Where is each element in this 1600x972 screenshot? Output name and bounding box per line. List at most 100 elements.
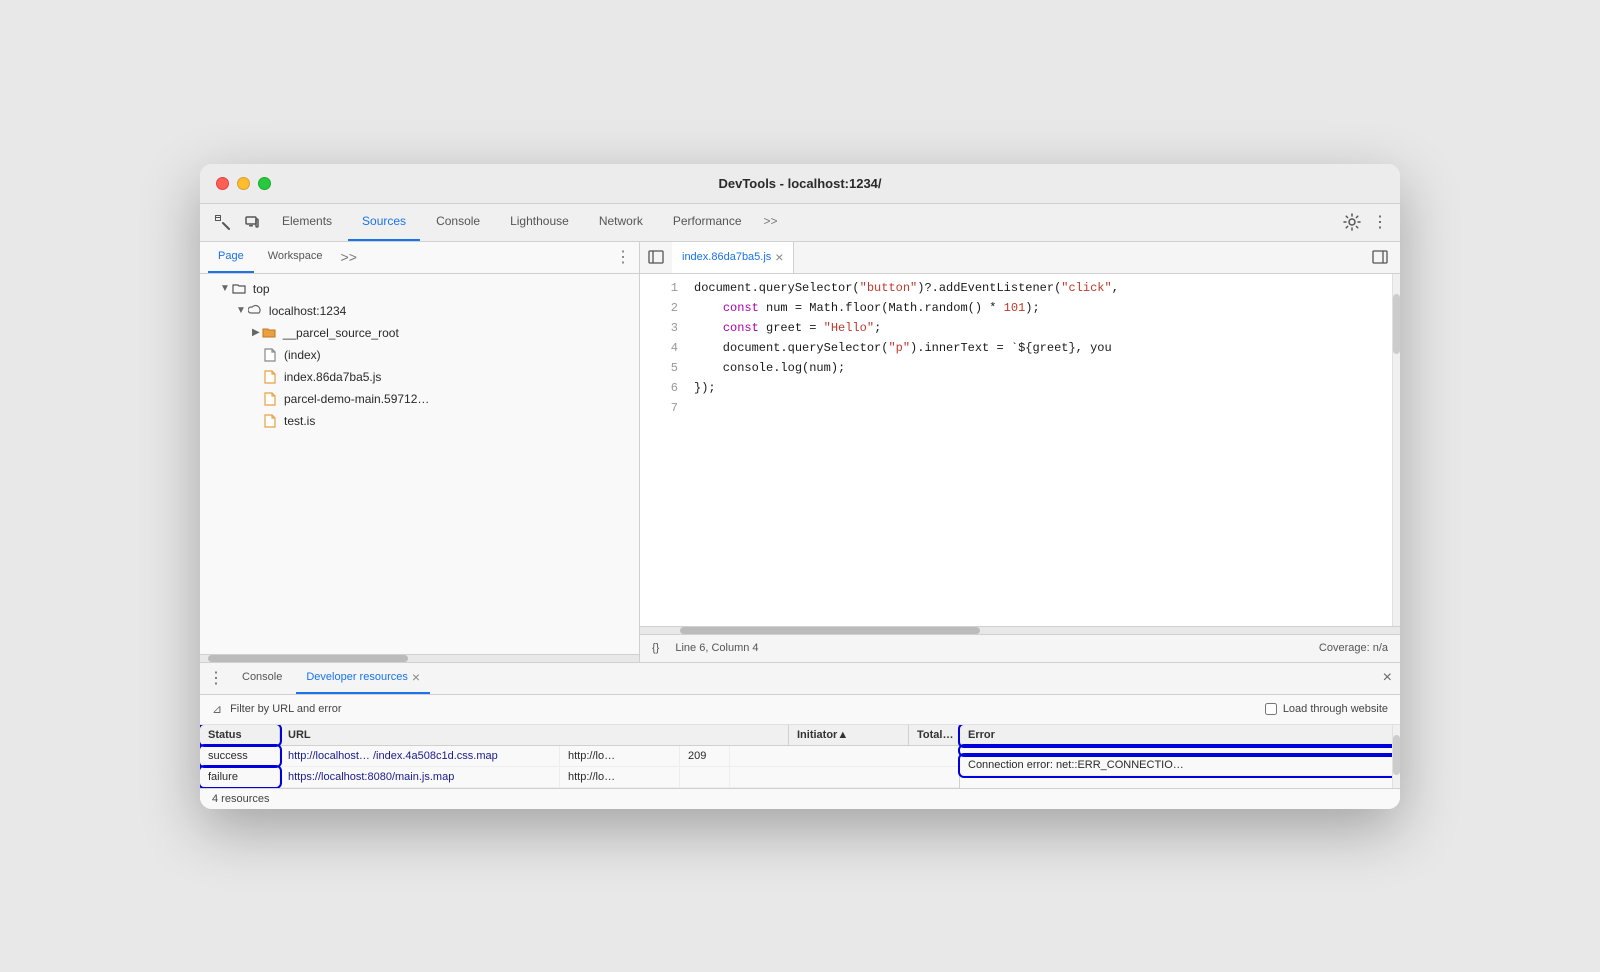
error-row-empty [960, 746, 1400, 755]
js-file-icon [264, 392, 276, 406]
td-url-2: https://localhost:8080/main.js.map [280, 767, 560, 787]
td-initiator-2: http://lo… [560, 767, 680, 787]
top-tab-bar: Elements Sources Console Lighthouse Netw… [200, 204, 1400, 242]
bottom-content: ⊿ Filter by URL and error Load through w… [200, 695, 1400, 788]
table-row[interactable]: failure https://localhost:8080/main.js.m… [200, 767, 959, 788]
filter-icon: ⊿ [212, 702, 222, 716]
th-url: URL [280, 725, 789, 745]
tree-arrow-icon: ▼ [236, 305, 246, 316]
device-icon[interactable] [238, 208, 266, 236]
left-panel-tabs: Page Workspace >> ⋮ [200, 242, 639, 274]
close-button[interactable] [216, 177, 229, 190]
settings-icon[interactable] [1338, 208, 1366, 236]
code-tab-close-icon[interactable]: × [775, 249, 783, 265]
td-error-empty [960, 746, 1400, 754]
code-tab-file[interactable]: index.86da7ba5.js × [672, 242, 794, 274]
filter-toolbar: ⊿ Filter by URL and error Load through w… [200, 695, 1400, 725]
th-total: Total… [909, 725, 959, 745]
devtools-window: DevTools - localhost:1234/ Elements [200, 164, 1400, 809]
th-status: Status [200, 725, 280, 745]
list-item[interactable]: index.86da7ba5.js [200, 366, 639, 388]
main-area: Page Workspace >> ⋮ ▼ top [200, 242, 1400, 662]
tab-performance[interactable]: Performance [659, 203, 756, 241]
code-horizontal-scrollbar-thumb [680, 627, 980, 634]
tab-more[interactable]: >> [758, 203, 784, 241]
bottom-panel-close-icon[interactable]: × [1383, 669, 1392, 687]
td-status-failure: failure [200, 767, 280, 787]
tab-console[interactable]: Console [422, 203, 494, 241]
maximize-button[interactable] [258, 177, 271, 190]
sidebar-toggle-icon[interactable] [644, 245, 668, 269]
td-status-success: success [200, 746, 280, 766]
tab-console-bottom[interactable]: Console [232, 662, 292, 694]
format-button[interactable]: {} [652, 642, 659, 654]
cloud-icon [248, 304, 262, 318]
minimize-button[interactable] [237, 177, 250, 190]
code-area[interactable]: 1 document.querySelector("button")?.addE… [640, 274, 1392, 626]
code-line: 1 document.querySelector("button")?.addE… [640, 278, 1392, 298]
tab-lighthouse[interactable]: Lighthouse [496, 203, 583, 241]
td-total-1: 209 [680, 746, 730, 766]
error-scrollbar[interactable] [1392, 725, 1400, 788]
kebab-icon[interactable]: ⋮ [1368, 212, 1392, 232]
th-error: Error [960, 725, 1400, 745]
code-tab-bar: index.86da7ba5.js × [640, 242, 1400, 274]
error-row-connection: Connection error: net::ERR_CONNECTIO… [960, 755, 1400, 776]
tree-arrow-icon: ▶ [252, 327, 260, 338]
folder-orange-icon [262, 326, 276, 340]
code-horizontal-scrollbar[interactable] [640, 626, 1400, 634]
window-controls [216, 177, 271, 190]
td-url-1: http://localhost… /index.4a508c1d.css.ma… [280, 746, 560, 766]
code-line: 6 }); [640, 378, 1392, 398]
cursor-icon[interactable] [208, 208, 236, 236]
table-area: Status URL Initiator▲ Total… success htt… [200, 725, 1400, 788]
resource-table: Status URL Initiator▲ Total… success htt… [200, 725, 960, 788]
td-total-2 [680, 767, 730, 787]
tab-developer-resources[interactable]: Developer resources × [296, 662, 430, 694]
left-panel-more-icon[interactable]: >> [337, 249, 361, 265]
table-row[interactable]: success http://localhost… /index.4a508c1… [200, 746, 959, 767]
bottom-tab-close-icon[interactable]: × [412, 669, 420, 685]
left-panel: Page Workspace >> ⋮ ▼ top [200, 242, 640, 662]
list-item[interactable]: ▼ top [200, 278, 639, 300]
bottom-panel: ⋮ Console Developer resources × × ⊿ Filt… [200, 662, 1400, 809]
status-bar: {} Line 6, Column 4 Coverage: n/a [640, 634, 1400, 662]
folder-icon [232, 282, 246, 296]
bottom-tab-bar: ⋮ Console Developer resources × × [200, 663, 1400, 695]
tab-sources[interactable]: Sources [348, 203, 420, 241]
left-panel-scrollbar[interactable] [200, 654, 639, 662]
error-table-header: Error [960, 725, 1400, 746]
list-item[interactable]: test.is [200, 410, 639, 432]
tree-arrow-icon: ▼ [220, 283, 230, 294]
code-line: 7 [640, 398, 1392, 418]
list-item[interactable]: ▶ __parcel_source_root [200, 322, 639, 344]
error-scrollbar-thumb [1393, 735, 1400, 775]
code-line: 3 const greet = "Hello"; [640, 318, 1392, 338]
list-item[interactable]: ▼ localhost:1234 [200, 300, 639, 322]
window-title: DevTools - localhost:1234/ [718, 176, 881, 191]
list-item[interactable]: parcel-demo-main.59712… [200, 388, 639, 410]
td-initiator-1: http://lo… [560, 746, 680, 766]
tab-page[interactable]: Page [208, 241, 254, 273]
td-error-msg: Connection error: net::ERR_CONNECTIO… [960, 755, 1400, 775]
load-through-checkbox[interactable] [1265, 703, 1277, 715]
code-line: 4 document.querySelector("p").innerText … [640, 338, 1392, 358]
code-vertical-scrollbar[interactable] [1392, 274, 1400, 626]
tab-workspace[interactable]: Workspace [258, 241, 333, 273]
list-item[interactable]: (index) [200, 344, 639, 366]
js-file-icon [264, 414, 276, 428]
code-panel-toggle-icon[interactable] [1368, 245, 1392, 269]
th-initiator: Initiator▲ [789, 725, 909, 745]
right-panel: index.86da7ba5.js × 1 document.queryS [640, 242, 1400, 662]
file-tree: ▼ top ▼ localhost:1234 ▶ [200, 274, 639, 654]
js-file-icon [264, 370, 276, 384]
load-through-label: Load through website [1283, 703, 1388, 715]
left-panel-menu-icon[interactable]: ⋮ [615, 247, 631, 267]
tab-network[interactable]: Network [585, 203, 657, 241]
code-right-area: 1 document.querySelector("button")?.addE… [640, 274, 1400, 626]
code-line: 2 const num = Math.floor(Math.random() *… [640, 298, 1392, 318]
filter-input[interactable]: Filter by URL and error [230, 703, 1257, 715]
bottom-tab-menu-icon[interactable]: ⋮ [208, 668, 224, 688]
tab-elements[interactable]: Elements [268, 203, 346, 241]
load-through-container: Load through website [1265, 703, 1388, 715]
